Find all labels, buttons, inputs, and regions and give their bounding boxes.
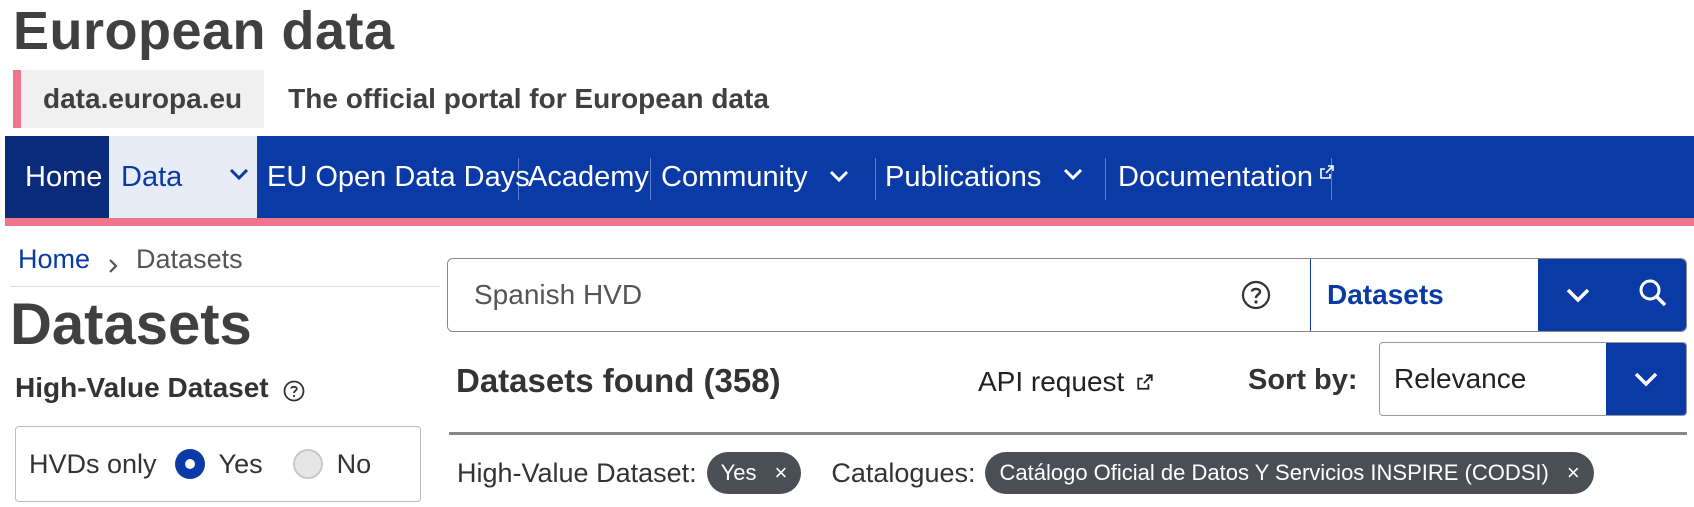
- hvd-no-radio[interactable]: [292, 449, 323, 479]
- nav-publications-label: Publications: [885, 160, 1042, 193]
- page-title: Datasets: [10, 292, 252, 357]
- external-link-icon: [1319, 164, 1335, 180]
- breadcrumb: Home Datasets: [18, 244, 243, 275]
- search-bar: Datasets: [447, 258, 1687, 332]
- site-title: European data: [13, 1, 395, 61]
- external-link-icon: [1124, 366, 1154, 398]
- breadcrumb-current: Datasets: [136, 244, 243, 274]
- hvd-yes-radio[interactable]: [174, 449, 205, 479]
- results-divider: [449, 432, 1687, 435]
- nav-eu-open-data-days-label: EU Open Data Days: [267, 160, 530, 193]
- catalogue-chip-label: Catálogo Oficial de Datos Y Servicios IN…: [999, 460, 1549, 485]
- hvd-only-label: HVDs only: [29, 448, 157, 479]
- help-icon[interactable]: [283, 377, 305, 402]
- catalogues-filter-label: Catalogues:: [831, 457, 976, 488]
- nav-home-label: Home: [25, 160, 103, 193]
- nav-documentation[interactable]: Documentation: [1111, 136, 1335, 218]
- nav-community-chevron-down-icon[interactable]: [823, 160, 855, 192]
- close-icon[interactable]: ×: [775, 460, 788, 486]
- api-request-label: API request: [978, 366, 1125, 397]
- hvd-no-label[interactable]: No: [337, 449, 372, 480]
- nav-publications-chevron-down-icon[interactable]: [1057, 160, 1089, 192]
- breadcrumb-home-link[interactable]: Home: [18, 244, 90, 275]
- search-button[interactable]: [1618, 259, 1686, 331]
- nav-academy-label: Academy: [528, 160, 649, 193]
- active-filters: High-Value Dataset: Yes × Catalogues: Ca…: [457, 450, 1594, 496]
- nav-data-label: Data: [121, 160, 183, 193]
- hvd-filter-chip[interactable]: Yes ×: [706, 452, 802, 494]
- search-help-icon[interactable]: [1240, 279, 1272, 311]
- site-tagline: The official portal for European data: [288, 83, 769, 114]
- main-navigation: Home Data EU Open Data Days Academy Comm…: [5, 136, 1694, 226]
- nav-eu-open-data-days[interactable]: EU Open Data Days: [257, 136, 530, 218]
- nav-divider: [1331, 158, 1332, 200]
- search-type-chevron-down-icon[interactable]: [1538, 259, 1618, 331]
- hvd-filter-label: High-Value Dataset:: [457, 457, 697, 488]
- site-identity-name[interactable]: data.europa.eu: [13, 70, 265, 128]
- search-icon: [1637, 277, 1669, 314]
- nav-divider: [518, 158, 519, 200]
- hvd-chip-label: Yes: [720, 460, 757, 485]
- nav-data-chevron-down-icon[interactable]: [223, 160, 255, 192]
- results-count: Datasets found (358): [456, 362, 781, 399]
- hvd-filter-heading: High-Value Dataset: [15, 372, 305, 404]
- nav-community-label: Community: [661, 160, 808, 193]
- close-icon[interactable]: ×: [1567, 460, 1580, 486]
- nav-publications[interactable]: Publications: [881, 136, 1041, 218]
- nav-home[interactable]: Home: [5, 136, 109, 218]
- hvd-filter-title: High-Value Dataset: [15, 372, 269, 403]
- nav-community[interactable]: Community: [656, 136, 808, 218]
- hvd-filter-box: HVDs only Yes No: [15, 426, 421, 502]
- api-request-link[interactable]: API request: [978, 366, 1154, 398]
- nav-documentation-label: Documentation: [1118, 160, 1314, 193]
- site-identity: data.europa.eu The official portal for E…: [13, 70, 769, 128]
- search-input[interactable]: [448, 259, 1310, 331]
- sort-value: Relevance: [1394, 363, 1527, 394]
- catalogue-filter-chip[interactable]: Catálogo Oficial de Datos Y Servicios IN…: [985, 452, 1594, 494]
- sort-by-label: Sort by:: [1248, 364, 1358, 396]
- nav-divider: [650, 158, 651, 200]
- nav-divider: [1105, 158, 1106, 200]
- hvd-yes-label[interactable]: Yes: [219, 449, 263, 480]
- nav-academy[interactable]: Academy: [524, 136, 649, 218]
- search-type-select[interactable]: Datasets: [1310, 259, 1538, 331]
- sort-chevron-down-icon[interactable]: [1606, 343, 1686, 415]
- breadcrumb-divider: [10, 286, 440, 287]
- sort-select[interactable]: Relevance: [1379, 342, 1687, 416]
- chevron-right-icon: [104, 251, 122, 273]
- nav-divider: [875, 158, 876, 200]
